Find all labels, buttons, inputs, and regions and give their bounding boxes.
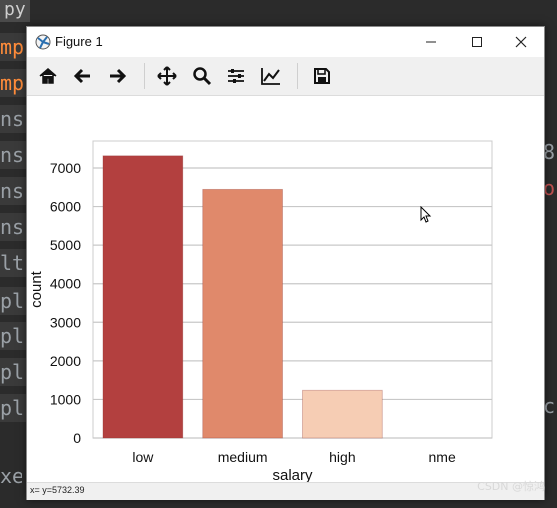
editor-line-fragment: ns [0,141,26,169]
editor-right-fragment: 8 [543,140,556,164]
y-tick-label: 2000 [50,353,81,369]
x-tick-label: medium [218,449,268,465]
save-icon[interactable] [311,65,333,87]
editor-right-fragment: c [543,394,556,418]
configure-subplots-icon[interactable] [225,65,247,87]
editor-line-fragment: ns [0,105,26,133]
bar [302,389,383,439]
watermark-text: CSDN @惊鸿 [477,480,545,493]
editor-line-fragment: mp [0,33,26,61]
matplotlib-app-icon [35,34,51,50]
y-tick-label: 1000 [50,391,81,407]
y-tick-label: 0 [73,430,81,446]
y-tick-label: 4000 [50,276,81,292]
mouse-cursor-icon [420,205,432,228]
figure-window: Figure 1 0 1000 2000 3000 4000 5000 6000… [26,26,545,500]
navigation-toolbar [27,57,544,96]
bar [102,155,184,439]
y-tick-label: 7000 [50,160,81,176]
editor-top-fragment: py [0,0,30,22]
y-tick-label: 6000 [50,199,81,215]
editor-right-fragment: o [543,176,556,200]
y-axis-label: count [28,270,45,308]
title-bar[interactable]: Figure 1 [27,27,544,57]
editor-line-fragment: ns [0,177,26,205]
close-button[interactable] [498,27,544,57]
home-icon[interactable] [37,65,59,87]
editor-bottom-fragment: xe [0,462,22,490]
bar [202,188,283,439]
x-tick-label: nme [429,449,456,465]
editor-line-fragment: pl [0,322,26,350]
zoom-icon[interactable] [191,65,213,87]
minimize-button[interactable] [408,27,454,57]
y-tick-label: 5000 [50,237,81,253]
x-tick-label: low [132,449,154,465]
toolbar-separator [144,63,145,89]
back-arrow-icon[interactable] [72,65,94,87]
forward-arrow-icon[interactable] [106,65,128,87]
cursor-coordinates: x= y=5732.39 [30,485,85,495]
x-axis-label: salary [272,467,313,482]
maximize-button[interactable] [454,27,500,57]
window-title: Figure 1 [55,34,103,49]
editor-line-fragment: pl [0,287,26,315]
editor-line-fragment: ns [0,213,26,241]
toolbar-separator [297,63,298,89]
edit-axis-icon[interactable] [260,65,282,87]
editor-line-fragment: mp [0,69,26,97]
editor-line-fragment: lt [0,249,26,277]
editor-line-fragment: pl [0,358,26,386]
y-tick-label: 3000 [50,314,81,330]
bar-chart[interactable]: 0 1000 2000 3000 4000 5000 6000 7000 low medium hi… [27,96,544,484]
status-bar: x= y=5732.39 [27,482,544,500]
figure-canvas[interactable]: 0 1000 2000 3000 4000 5000 6000 7000 low medium hi… [27,96,544,484]
x-tick-label: high [329,449,355,465]
pan-icon[interactable] [156,65,178,87]
editor-line-fragment: pl [0,394,26,422]
